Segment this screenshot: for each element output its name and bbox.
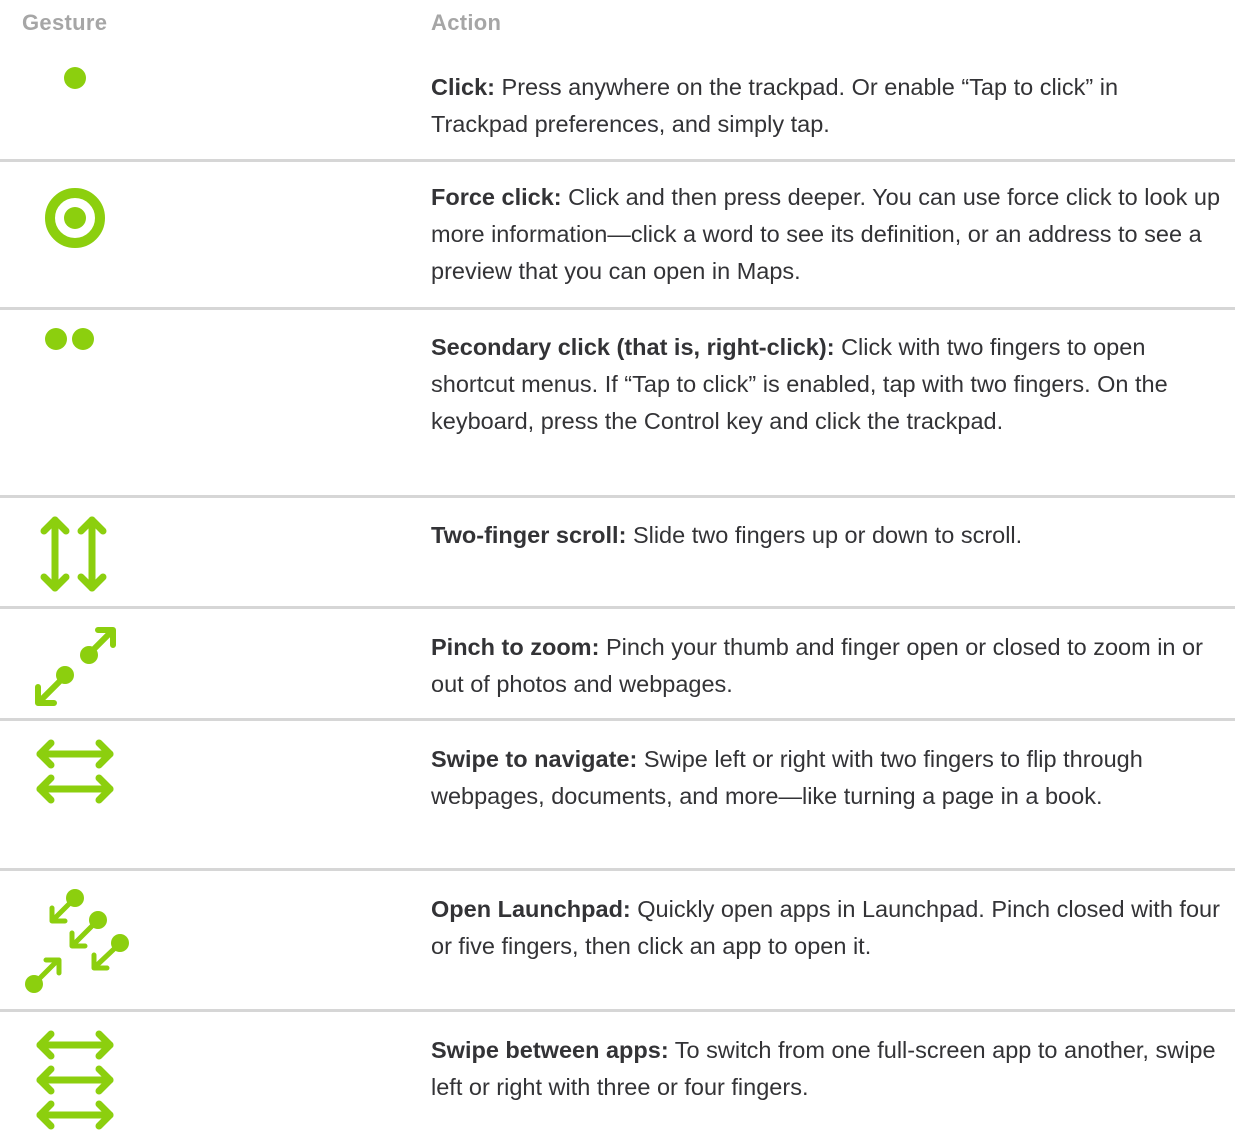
row-text: Two-finger scroll: Slide two fingers up … [431, 517, 1221, 554]
row-text: Click: Press anywhere on the trackpad. O… [431, 69, 1221, 143]
three-horizontal-arrows-icon [22, 1028, 142, 1138]
table-row-pinch-to-zoom: Pinch to zoom: Pinch your thumb and fing… [0, 609, 1235, 721]
single-dot-icon [22, 62, 142, 102]
row-text: Force click: Click and then press deeper… [431, 179, 1221, 290]
row-title: Swipe to navigate: [431, 746, 638, 772]
action-column-header: Action [431, 10, 502, 35]
row-title: Click: [431, 74, 495, 100]
force-click-ring-icon [22, 180, 142, 256]
row-title: Force click: [431, 184, 562, 210]
table-row-click: Click: Press anywhere on the trackpad. O… [0, 52, 1235, 162]
two-horizontal-arrows-icon [22, 737, 142, 807]
table-row-two-finger-scroll: Two-finger scroll: Slide two fingers up … [0, 498, 1235, 609]
pinch-diagonal-arrows-icon [22, 623, 142, 709]
gesture-column-header: Gesture [22, 10, 108, 35]
row-text: Secondary click (that is, right-click): … [431, 329, 1221, 440]
table-row-swipe-to-navigate: Swipe to navigate: Swipe left or right w… [0, 721, 1235, 871]
row-text: Open Launchpad: Quickly open apps in Lau… [431, 891, 1221, 965]
row-title: Two-finger scroll: [431, 522, 627, 548]
row-title: Pinch to zoom: [431, 634, 600, 660]
row-text: Pinch to zoom: Pinch your thumb and fing… [431, 629, 1221, 703]
row-description: Press anywhere on the trackpad. Or enabl… [431, 74, 1119, 137]
table-row-secondary-click: Secondary click (that is, right-click): … [0, 310, 1235, 498]
row-title: Secondary click (that is, right-click): [431, 334, 835, 360]
launchpad-pinch-icon [22, 887, 142, 997]
row-text: Swipe to navigate: Swipe left or right w… [431, 741, 1221, 815]
row-text: Swipe between apps: To switch from one f… [431, 1032, 1221, 1106]
row-description: Slide two fingers up or down to scroll. [632, 522, 1023, 548]
table-row-open-launchpad: Open Launchpad: Quickly open apps in Lau… [0, 871, 1235, 1012]
table-row-swipe-between-apps: Swipe between apps: To switch from one f… [0, 1012, 1235, 1141]
vertical-double-arrows-icon [22, 512, 142, 596]
row-title: Swipe between apps: [431, 1037, 669, 1063]
row-title: Open Launchpad: [431, 896, 631, 922]
table-row-force-click: Force click: Click and then press deeper… [0, 162, 1235, 310]
two-dots-icon [22, 316, 142, 356]
